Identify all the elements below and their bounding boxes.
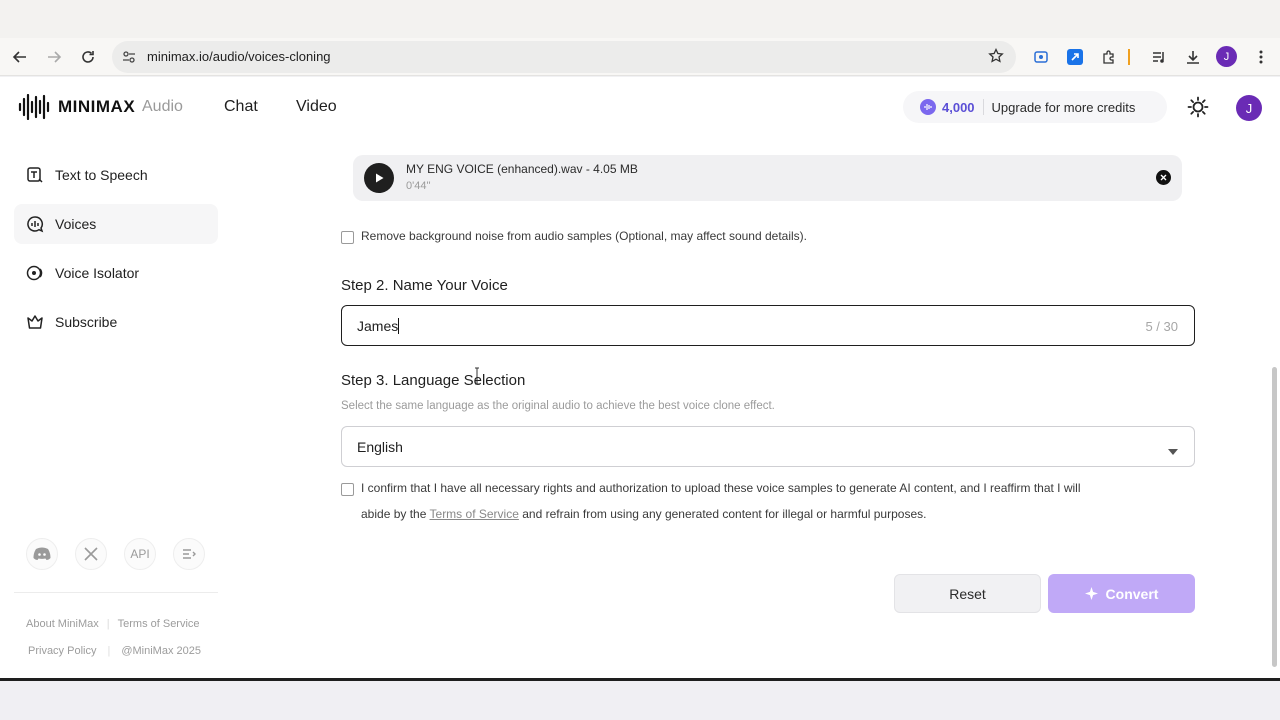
nav-audio[interactable]: Audio xyxy=(142,98,183,116)
sidebar-item-text-to-speech[interactable]: Text to Speech xyxy=(14,155,218,195)
social-links: API xyxy=(26,538,205,570)
minimax-logo[interactable]: MINIMAX xyxy=(18,94,135,120)
play-icon xyxy=(376,173,384,183)
page-scrollbar[interactable] xyxy=(1272,367,1277,667)
sidebar-item-voice-isolator[interactable]: Voice Isolator xyxy=(14,253,218,293)
address-bar[interactable]: minimax.io/audio/voices-cloning xyxy=(112,41,1016,73)
forward-icon[interactable] xyxy=(42,45,66,69)
screen-recorder-extension-icon[interactable] xyxy=(1030,46,1052,68)
sparkle-icon xyxy=(1084,587,1098,600)
discord-icon[interactable] xyxy=(26,538,58,570)
theme-toggle-sun-icon[interactable] xyxy=(1187,96,1209,123)
sidebar-divider xyxy=(14,592,218,593)
credits-count: 4,000 xyxy=(942,99,975,115)
back-icon[interactable] xyxy=(8,45,32,69)
step2-title: Step 2. Name Your Voice xyxy=(341,277,508,294)
url-text[interactable]: minimax.io/audio/voices-cloning xyxy=(147,49,331,64)
taskbar xyxy=(0,681,1280,720)
browser-menu-icon[interactable] xyxy=(1250,46,1272,68)
remove-audio-button[interactable] xyxy=(1156,170,1171,185)
waveform-logo-icon xyxy=(18,94,50,120)
nav-chat[interactable]: Chat xyxy=(224,98,258,116)
close-icon xyxy=(1160,174,1167,181)
footer-links-row-2: Privacy Policy | @MiniMax 2025 xyxy=(28,645,201,657)
browser-toolbar: minimax.io/audio/voices-cloning xyxy=(0,38,1280,76)
bookmark-star-icon[interactable] xyxy=(988,47,1004,69)
nav-video[interactable]: Video xyxy=(296,98,337,116)
about-link[interactable]: About MiniMax xyxy=(26,618,99,630)
download-icon[interactable] xyxy=(1182,46,1204,68)
noise-removal-label[interactable]: Remove background noise from audio sampl… xyxy=(361,223,807,249)
browser-titlebar xyxy=(0,0,1280,38)
footer-separator: | xyxy=(107,645,111,657)
privacy-link[interactable]: Privacy Policy xyxy=(28,645,96,657)
convert-button[interactable]: Convert xyxy=(1048,574,1195,613)
credits-pill[interactable]: 4,000 Upgrade for more credits xyxy=(903,91,1167,123)
browser-profile-avatar[interactable]: J xyxy=(1216,46,1237,67)
sidebar-item-label: Text to Speech xyxy=(55,167,148,183)
step3-title: Step 3. Language Selection xyxy=(341,372,526,389)
voice-name-value[interactable]: James xyxy=(357,318,400,334)
footer-links-row-1: About MiniMax | Terms of Service xyxy=(26,618,200,630)
crown-icon xyxy=(25,312,45,332)
text-to-speech-icon xyxy=(25,165,45,185)
language-select[interactable]: English xyxy=(341,426,1195,467)
terms-of-service-link[interactable]: Terms of Service xyxy=(430,507,519,521)
sidebar-item-label: Voice Isolator xyxy=(55,265,140,281)
sidebar-item-voices[interactable]: Voices xyxy=(14,204,218,244)
voice-name-input[interactable]: James 5 / 30 xyxy=(341,305,1195,346)
audio-file-name: MY ENG VOICE (enhanced).wav - 4.05 MB xyxy=(406,162,638,176)
toolbar-divider xyxy=(1126,46,1132,68)
voice-isolator-icon xyxy=(25,263,45,283)
noise-removal-option: Remove background noise from audio sampl… xyxy=(341,229,807,249)
copyright-text: @MiniMax 2025 xyxy=(121,645,201,657)
step3-hint: Select the same language as the original… xyxy=(341,400,775,412)
sidebar-item-subscribe[interactable]: Subscribe xyxy=(14,302,218,342)
changelog-icon[interactable] xyxy=(173,538,205,570)
rights-confirmation-text[interactable]: I confirm that I have all necessary righ… xyxy=(361,475,1081,527)
chevron-down-icon xyxy=(1168,442,1178,460)
extensions-puzzle-icon[interactable] xyxy=(1098,46,1120,68)
sidebar-item-label: Voices xyxy=(55,216,97,232)
terms-link[interactable]: Terms of Service xyxy=(118,618,200,630)
rights-confirmation-checkbox[interactable] xyxy=(341,483,354,496)
text-caret xyxy=(398,318,400,334)
logo-text: MINIMAX xyxy=(58,97,136,116)
link-extension-icon[interactable] xyxy=(1064,46,1086,68)
play-button[interactable] xyxy=(364,163,394,193)
upgrade-link[interactable]: Upgrade for more credits xyxy=(992,100,1136,115)
api-link[interactable]: API xyxy=(124,538,156,570)
credits-divider xyxy=(982,99,984,115)
audio-duration: 0'44'' xyxy=(406,180,431,192)
convert-label: Convert xyxy=(1105,585,1159,602)
language-selected-value: English xyxy=(357,439,403,455)
page: MINIMAX Audio Chat Video 4,000 Upgrade f… xyxy=(0,77,1280,678)
footer-separator: | xyxy=(106,618,110,630)
name-character-count: 5 / 30 xyxy=(1145,319,1178,334)
noise-removal-checkbox[interactable] xyxy=(341,231,354,244)
credits-icon xyxy=(920,99,936,115)
audio-file-card: MY ENG VOICE (enhanced).wav - 4.05 MB 0'… xyxy=(353,155,1182,201)
sidebar-item-label: Subscribe xyxy=(55,314,118,330)
sidebar: Text to Speech Voices Voice Isolator Sub… xyxy=(14,155,218,351)
rights-confirmation: I confirm that I have all necessary righ… xyxy=(341,481,1195,527)
reload-icon[interactable] xyxy=(76,45,100,69)
x-twitter-icon[interactable] xyxy=(75,538,107,570)
voices-icon xyxy=(25,214,45,234)
media-control-icon[interactable] xyxy=(1148,46,1170,68)
site-settings-icon[interactable] xyxy=(121,49,137,70)
site-header: MINIMAX Audio Chat Video 4,000 Upgrade f… xyxy=(0,77,1280,137)
user-avatar[interactable]: J xyxy=(1236,95,1262,121)
reset-button[interactable]: Reset xyxy=(894,574,1041,613)
text-cursor-icon xyxy=(475,367,479,385)
